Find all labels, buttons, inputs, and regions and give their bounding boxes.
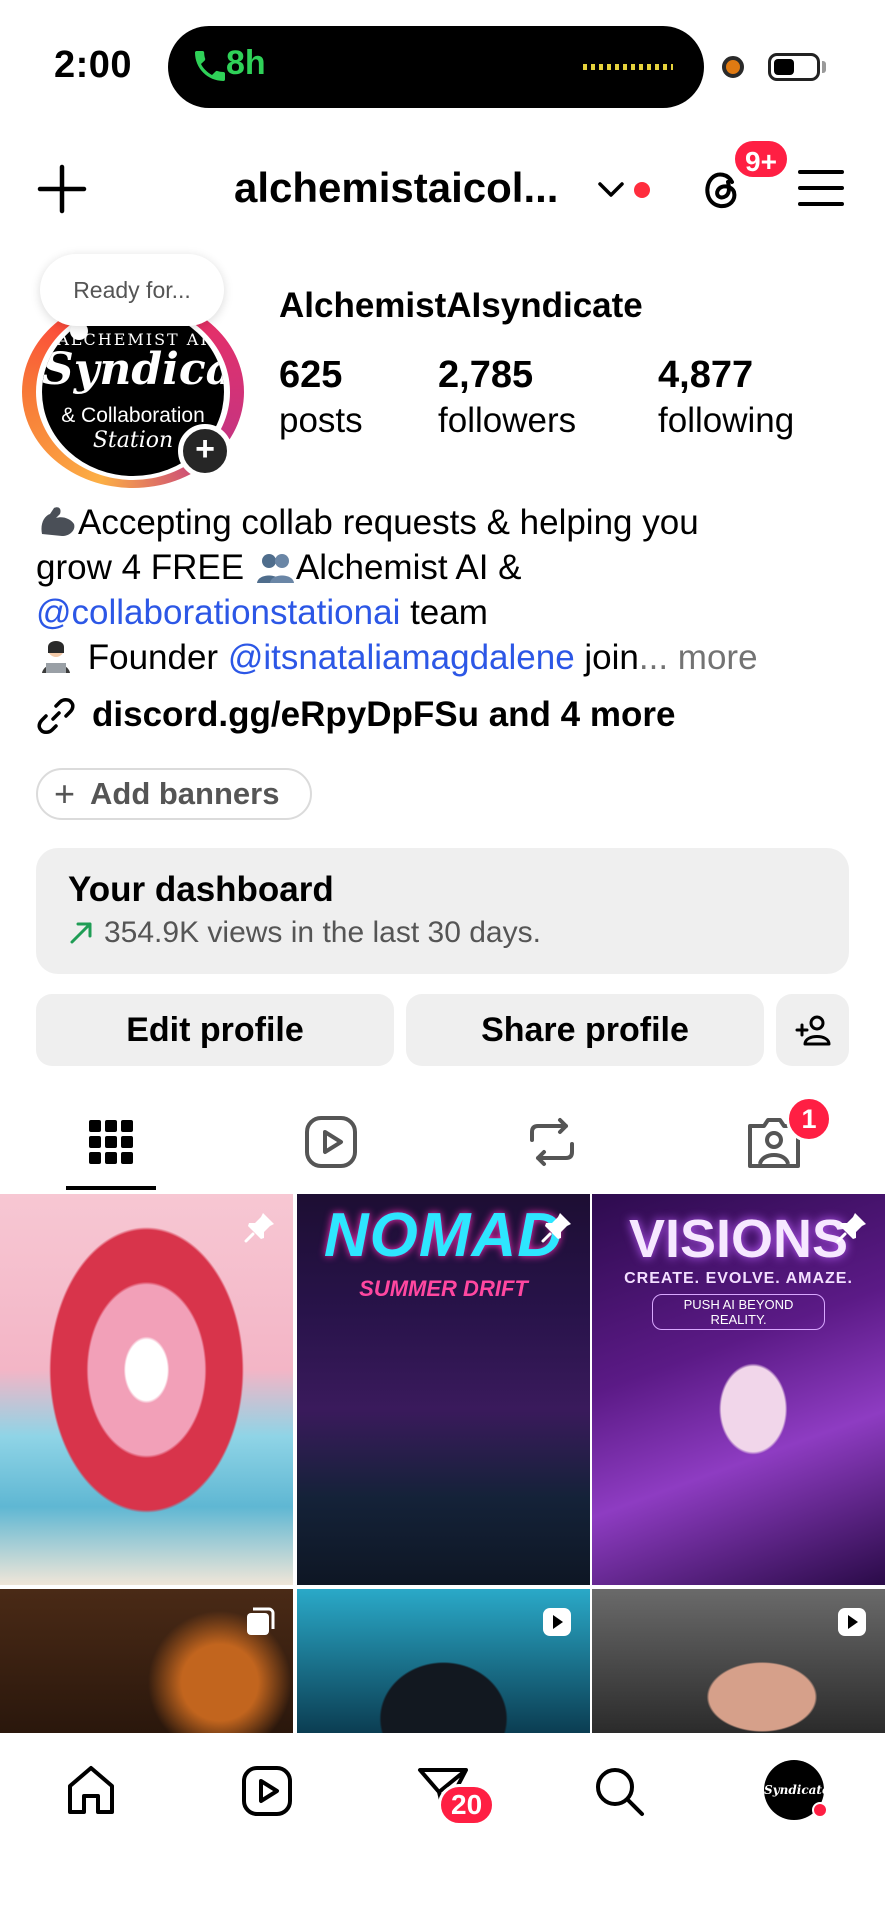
share-profile-button[interactable]: Share profile [406,994,764,1066]
pin-icon [244,1213,274,1243]
stat-posts-value: 625 [279,354,343,396]
pin-icon [541,1213,571,1243]
add-banners-button[interactable]: + Add banners [36,768,312,820]
stat-following-value: 4,877 [658,354,754,396]
home-icon[interactable] [62,1762,120,1820]
account-notification-dot [634,182,650,198]
post-thumbnail-6[interactable] [592,1589,885,1733]
mention-itsnataliamagdalene[interactable]: @itsnataliamagdalene [228,638,575,677]
add-story-button[interactable]: + [178,424,232,478]
stat-following[interactable]: 4,877 following [658,352,794,444]
account-username[interactable]: alchemistaicol... [234,164,558,212]
audio-wave-icon [583,64,673,70]
battery-icon [768,53,820,81]
add-person-icon [795,1015,830,1046]
direct-messages-badge: 20 [438,1784,496,1826]
status-time: 2:00 [54,44,133,86]
threads-badge: 9+ [732,138,790,180]
post-2-subtitle: SUMMER DRIFT [359,1276,528,1301]
menu-icon[interactable] [796,166,846,210]
grid-tab-icon[interactable] [79,1110,143,1174]
search-icon[interactable] [590,1762,648,1820]
stat-posts-label: posts [279,401,363,440]
busts-icon [256,554,294,583]
post-3-tagline: CREATE. EVOLVE. AMAZE. [624,1270,853,1287]
reels-tab-icon[interactable] [299,1110,363,1174]
bio-line-2: grow 4 FREE [36,548,245,587]
dashboard-subtitle: 354.9K views in the last 30 days. [104,916,541,949]
post-thumbnail-2[interactable]: NOMAD SUMMER DRIFT [297,1194,590,1585]
post-thumbnail-3[interactable]: VISIONS CREATE. EVOLVE. AMAZE. PUSH AI B… [592,1194,885,1585]
bio-line-2b: Alchemist AI & [295,548,522,587]
reel-play-icon [543,1608,571,1636]
chevron-down-icon[interactable] [594,176,628,204]
stat-followers-label: followers [438,401,577,440]
post-thumbnail-5[interactable] [297,1589,590,1733]
stat-followers[interactable]: 2,785 followers [438,352,576,444]
post-3-button: PUSH AI BEYOND REALITY. [652,1294,825,1330]
bio-line-3: team [400,593,488,632]
bio-more-link[interactable]: more [678,638,758,677]
flexed-biceps-icon [41,507,75,536]
technologist-icon [42,641,70,673]
nav-avatar-text: Syndicate [764,1783,830,1797]
link-icon [37,698,75,734]
bio-line-4-tail: join [574,638,639,677]
reposts-tab-icon[interactable] [520,1110,584,1174]
stat-posts[interactable]: 625 posts [279,352,363,444]
stat-following-label: following [658,401,795,440]
plus-icon: + [54,773,76,814]
mention-collaborationstationai[interactable]: @collaborationstationai [36,593,400,632]
reel-play-icon [838,1608,866,1636]
avatar-text-logo: Syndicate [42,344,224,395]
profile-notification-dot [812,1802,828,1818]
active-tab-indicator [66,1186,156,1190]
profile-note[interactable]: Ready for... [40,254,224,326]
tagged-badge: 1 [786,1096,832,1142]
dashboard-title: Your dashboard [68,870,334,909]
bio-line-1: Accepting collab requests & helping you [78,503,699,542]
create-plus-icon[interactable] [36,163,88,215]
post-thumbnail-4[interactable] [0,1589,293,1733]
add-banners-label: Add banners [90,776,280,811]
call-duration: 8h [226,44,266,82]
post-thumbnail-1[interactable] [0,1194,293,1585]
pin-icon [836,1213,866,1243]
edit-profile-button[interactable]: Edit profile [36,994,394,1066]
carousel-icon [247,1607,275,1635]
battery-nub [822,61,826,73]
stat-followers-value: 2,785 [438,354,534,396]
dynamic-island[interactable]: 8h [168,26,704,108]
phone-icon [195,51,225,81]
bio-line-4: Founder [78,638,228,677]
discover-people-button[interactable] [776,994,849,1066]
reels-nav-icon[interactable] [238,1762,296,1820]
trend-up-arrow-icon [70,922,92,944]
profile-bio: Accepting collab requests & helping you … [36,500,866,680]
bio-ellipsis: ... [638,638,678,677]
camera-indicator-icon [722,56,744,78]
profile-link-text[interactable]: discord.gg/eRpyDpFSu and 4 more [92,692,675,738]
professional-dashboard[interactable]: Your dashboard 354.9K views in the last … [36,848,849,974]
display-name: AlchemistAIsyndicate [279,286,643,325]
